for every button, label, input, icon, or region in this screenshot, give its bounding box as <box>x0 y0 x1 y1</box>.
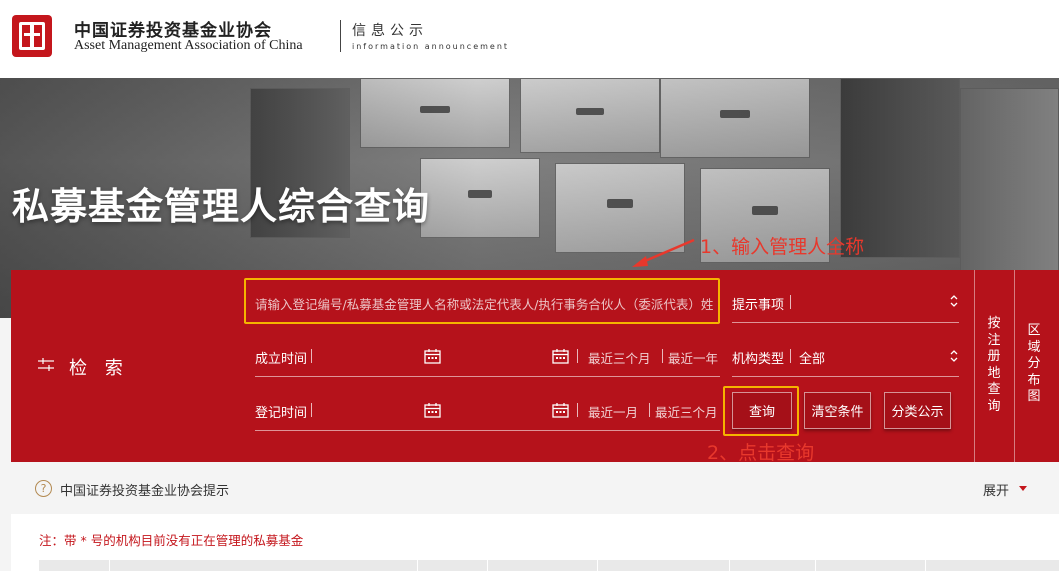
reg-date-end-calendar-icon[interactable] <box>552 402 569 418</box>
caret-down-icon[interactable] <box>1019 486 1027 491</box>
found-date-end-calendar-icon[interactable] <box>552 348 569 364</box>
tip-select-updown-icon[interactable] <box>949 293 959 309</box>
page-title: 私募基金管理人综合查询 <box>12 185 430 228</box>
notice-title: 中国证券投资基金业协会提示 <box>60 484 230 499</box>
reg-date-label: 登记时间 <box>255 406 308 421</box>
annotation-arrow-icon <box>632 238 695 267</box>
keyword-input-highlight <box>244 278 720 324</box>
section-title-cn: 信息公示 <box>352 23 428 39</box>
tab-by-registration-place[interactable]: 按注册地查询 <box>974 270 1014 462</box>
reg-quick-3-months[interactable]: 最近三个月 <box>655 402 718 421</box>
tab-by-registration-place-label: 按注册地查询 <box>987 316 1001 414</box>
results-area: 注：带 * 号的机构目前没有正在管理的私募基金 <box>11 514 1059 571</box>
notice-bar: ? 中国证券投资基金业协会提示 展开 <box>11 466 1059 510</box>
results-table-header <box>39 560 1059 571</box>
site-header: 中国证券投资基金业协会 Asset Management Association… <box>0 0 1059 78</box>
tip-label: 提示事项 <box>732 298 785 313</box>
found-quick-3-months[interactable]: 最近三个月 <box>588 348 651 367</box>
org-name-en: Asset Management Association of China <box>74 38 303 53</box>
results-note: 注：带 * 号的机构目前没有正在管理的私募基金 <box>39 533 304 548</box>
filter-sliders-icon <box>38 358 54 371</box>
found-quick-1-year[interactable]: 最近一年 <box>668 348 718 367</box>
tab-regional-distribution[interactable]: 区域分布图 <box>1014 270 1059 462</box>
logo-divider <box>340 20 341 52</box>
annotation-step-2: 2、点击查询 <box>707 442 815 464</box>
clear-conditions-button[interactable]: 清空条件 <box>804 392 871 429</box>
annotation-step-1: 1、输入管理人全称 <box>700 236 865 258</box>
org-type-updown-icon[interactable] <box>949 348 959 364</box>
org-type-select[interactable]: 全部 <box>799 348 825 367</box>
reg-quick-1-month[interactable]: 最近一月 <box>588 402 638 421</box>
section-title-en: information announcement <box>352 42 510 51</box>
search-panel: 检 索 请输入登记编号/私募基金管理人名称或法定代表人/执行事务合伙人（委派代表… <box>11 270 1059 462</box>
reg-date-start-calendar-icon[interactable] <box>424 402 441 418</box>
org-type-label: 机构类型 <box>732 352 785 367</box>
tab-regional-distribution-label: 区域分布图 <box>1027 323 1041 404</box>
found-date-start-calendar-icon[interactable] <box>424 348 441 364</box>
found-date-label: 成立时间 <box>255 352 308 367</box>
expand-toggle[interactable]: 展开 <box>983 480 1009 499</box>
search-label: 检 索 <box>69 358 129 379</box>
question-icon: ? <box>35 480 52 497</box>
category-announce-button[interactable]: 分类公示 <box>884 392 951 429</box>
amac-logo-icon[interactable] <box>12 15 52 57</box>
query-button-highlight <box>723 386 799 436</box>
